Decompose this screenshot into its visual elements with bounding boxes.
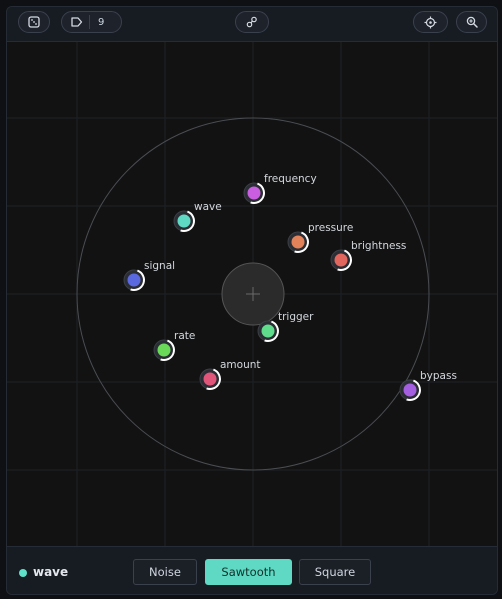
tag-count: 9 <box>98 16 105 28</box>
xy-pad-canvas[interactable]: frequency wave pressure brightness signal tri… <box>7 42 497 546</box>
toolbar: 9 <box>7 7 497 42</box>
param-node-pressure[interactable] <box>287 231 309 253</box>
param-node-signal[interactable] <box>123 269 145 291</box>
waveform-sawtooth-button[interactable]: Sawtooth <box>205 559 292 585</box>
param-label-wave: wave <box>194 201 222 213</box>
footer-bar: wave Noise Sawtooth Square <box>7 546 497 594</box>
waveform-noise-button[interactable]: Noise <box>133 559 197 585</box>
zoom-in-button[interactable] <box>456 11 487 33</box>
crosshair-target-icon <box>424 16 437 29</box>
param-label-signal: signal <box>144 260 176 272</box>
param-node-brightness[interactable] <box>330 249 352 271</box>
dice-icon <box>28 16 40 28</box>
param-node-bypass[interactable] <box>399 379 421 401</box>
param-node-amount[interactable] <box>199 368 221 390</box>
param-label-frequency: frequency <box>264 173 317 185</box>
xy-pad-graphics <box>7 42 497 546</box>
param-label-bypass: bypass <box>420 370 457 382</box>
nodes-link-icon <box>246 16 258 28</box>
param-node-trigger[interactable] <box>257 320 279 342</box>
waveform-square-button[interactable]: Square <box>299 559 371 585</box>
app-frame: 9 frequency wave pressure brightness sig… <box>6 6 498 595</box>
param-label-amount: amount <box>220 359 261 371</box>
selected-color-dot <box>19 569 27 577</box>
param-label-trigger: trigger <box>278 311 314 323</box>
param-label-pressure: pressure <box>308 222 354 234</box>
center-target-button[interactable] <box>413 11 448 33</box>
tag-icon <box>71 17 83 27</box>
param-node-wave[interactable] <box>173 210 195 232</box>
param-label-rate: rate <box>174 330 196 342</box>
zoom-in-icon <box>466 16 478 28</box>
tag-count-button[interactable]: 9 <box>61 11 122 33</box>
param-node-rate[interactable] <box>153 339 175 361</box>
link-nodes-button[interactable] <box>235 11 269 33</box>
randomize-button[interactable] <box>18 11 50 33</box>
param-label-brightness: brightness <box>351 240 407 252</box>
param-node-frequency[interactable] <box>243 182 265 204</box>
selected-param-name: wave <box>33 565 69 579</box>
tag-separator <box>89 15 90 29</box>
